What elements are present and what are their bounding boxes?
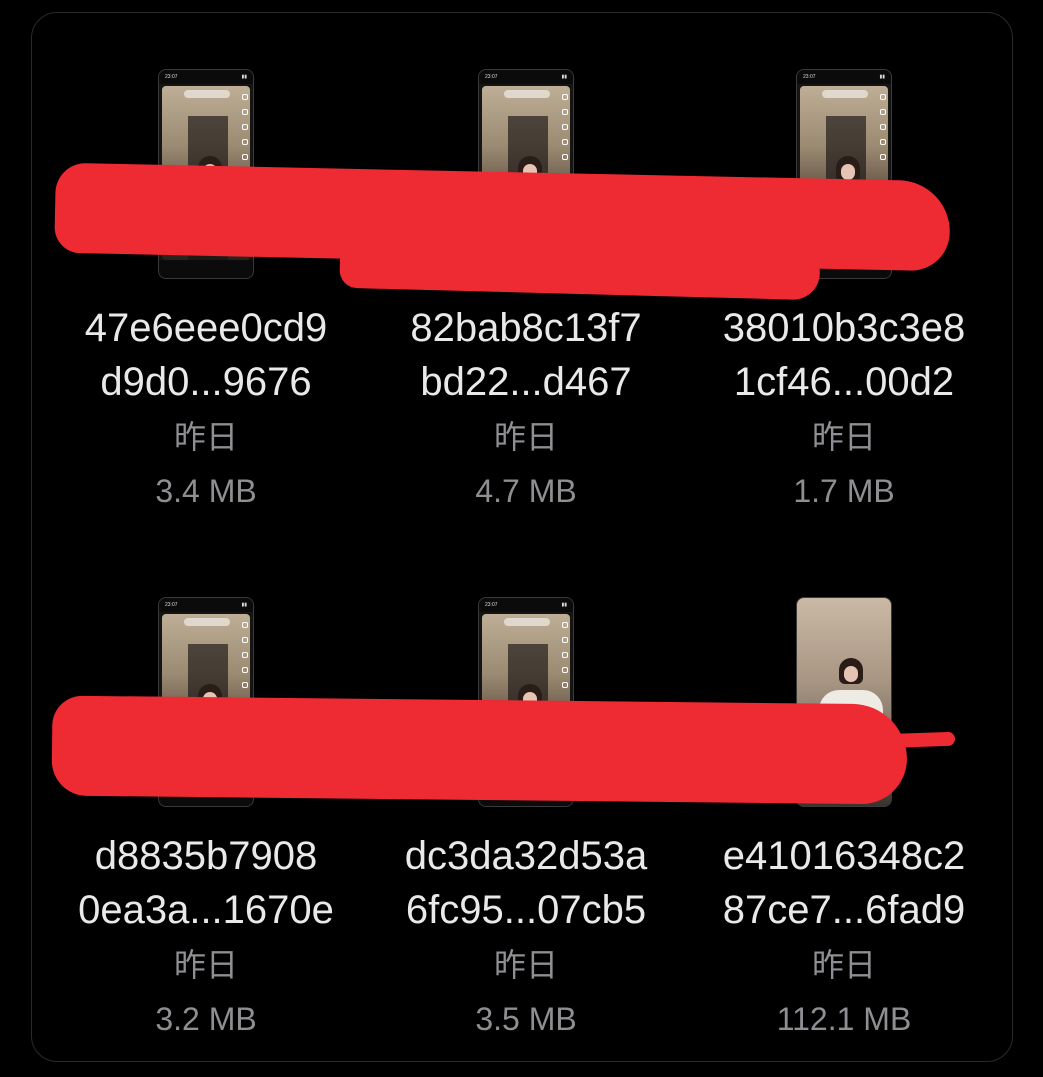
file-item[interactable]: 23:07 ▮▮ 82bab8c13f7 bd22...d467 昨日 4.7 MB bbox=[366, 69, 686, 539]
redaction-stroke bbox=[51, 695, 908, 805]
file-item[interactable]: 23:07 ▮▮ dc3da32d53a 6fc95...07cb5 昨日 3.5 … bbox=[366, 597, 686, 1061]
file-name: d8835b7908 0ea3a...1670e bbox=[78, 834, 334, 932]
file-name: dc3da32d53a 6fc95...07cb5 bbox=[404, 834, 648, 932]
thumbnail-nav-bar bbox=[159, 260, 253, 278]
file-size: 3.5 MB bbox=[475, 1001, 577, 1037]
file-size: 3.4 MB bbox=[155, 473, 257, 509]
file-date: 昨日 bbox=[493, 418, 558, 456]
file-size: 4.7 MB bbox=[475, 473, 577, 509]
file-date: 昨日 bbox=[173, 946, 238, 984]
file-name: e41016348c2 87ce7...6fad9 bbox=[722, 834, 966, 932]
thumbnail-status-bar: 23:07 ▮▮ bbox=[159, 70, 253, 84]
file-date: 昨日 bbox=[493, 946, 558, 984]
file-name: 38010b3c3e8 1cf46...00d2 bbox=[722, 306, 966, 404]
file-date: 昨日 bbox=[811, 418, 876, 456]
file-item[interactable]: 23:07 ▮▮ 47e6eee0cd9 d9d0...9676 昨日 3.4 MB bbox=[46, 69, 366, 539]
file-name: 82bab8c13f7 bd22...d467 bbox=[410, 306, 642, 404]
file-size: 3.2 MB bbox=[155, 1001, 257, 1037]
file-size: 1.7 MB bbox=[793, 473, 895, 509]
thumbnail-status-bar: 23:07 ▮▮ bbox=[479, 70, 573, 84]
file-date: 昨日 bbox=[811, 946, 876, 984]
file-item[interactable]: 23:07 ▮▮ 38010b3c3e8 1cf46...00d2 昨日 1.7 M… bbox=[684, 69, 1004, 539]
file-date: 昨日 bbox=[173, 418, 238, 456]
file-item[interactable]: e41016348c2 87ce7...6fad9 昨日 112.1 MB bbox=[684, 597, 1004, 1061]
redaction-stroke bbox=[879, 731, 956, 749]
redaction-stroke bbox=[339, 225, 821, 301]
file-name: 47e6eee0cd9 d9d0...9676 bbox=[84, 306, 328, 404]
thumbnail-status-bar: 23:07 ▮▮ bbox=[159, 598, 253, 612]
thumbnail-status-bar: 23:07 ▮▮ bbox=[479, 598, 573, 612]
thumbnail-status-bar: 23:07 ▮▮ bbox=[797, 70, 891, 84]
file-item[interactable]: 23:07 ▮▮ d8835b7908 0ea3a...1670e 昨日 3.2 M… bbox=[46, 597, 366, 1061]
file-size: 112.1 MB bbox=[776, 1001, 912, 1037]
